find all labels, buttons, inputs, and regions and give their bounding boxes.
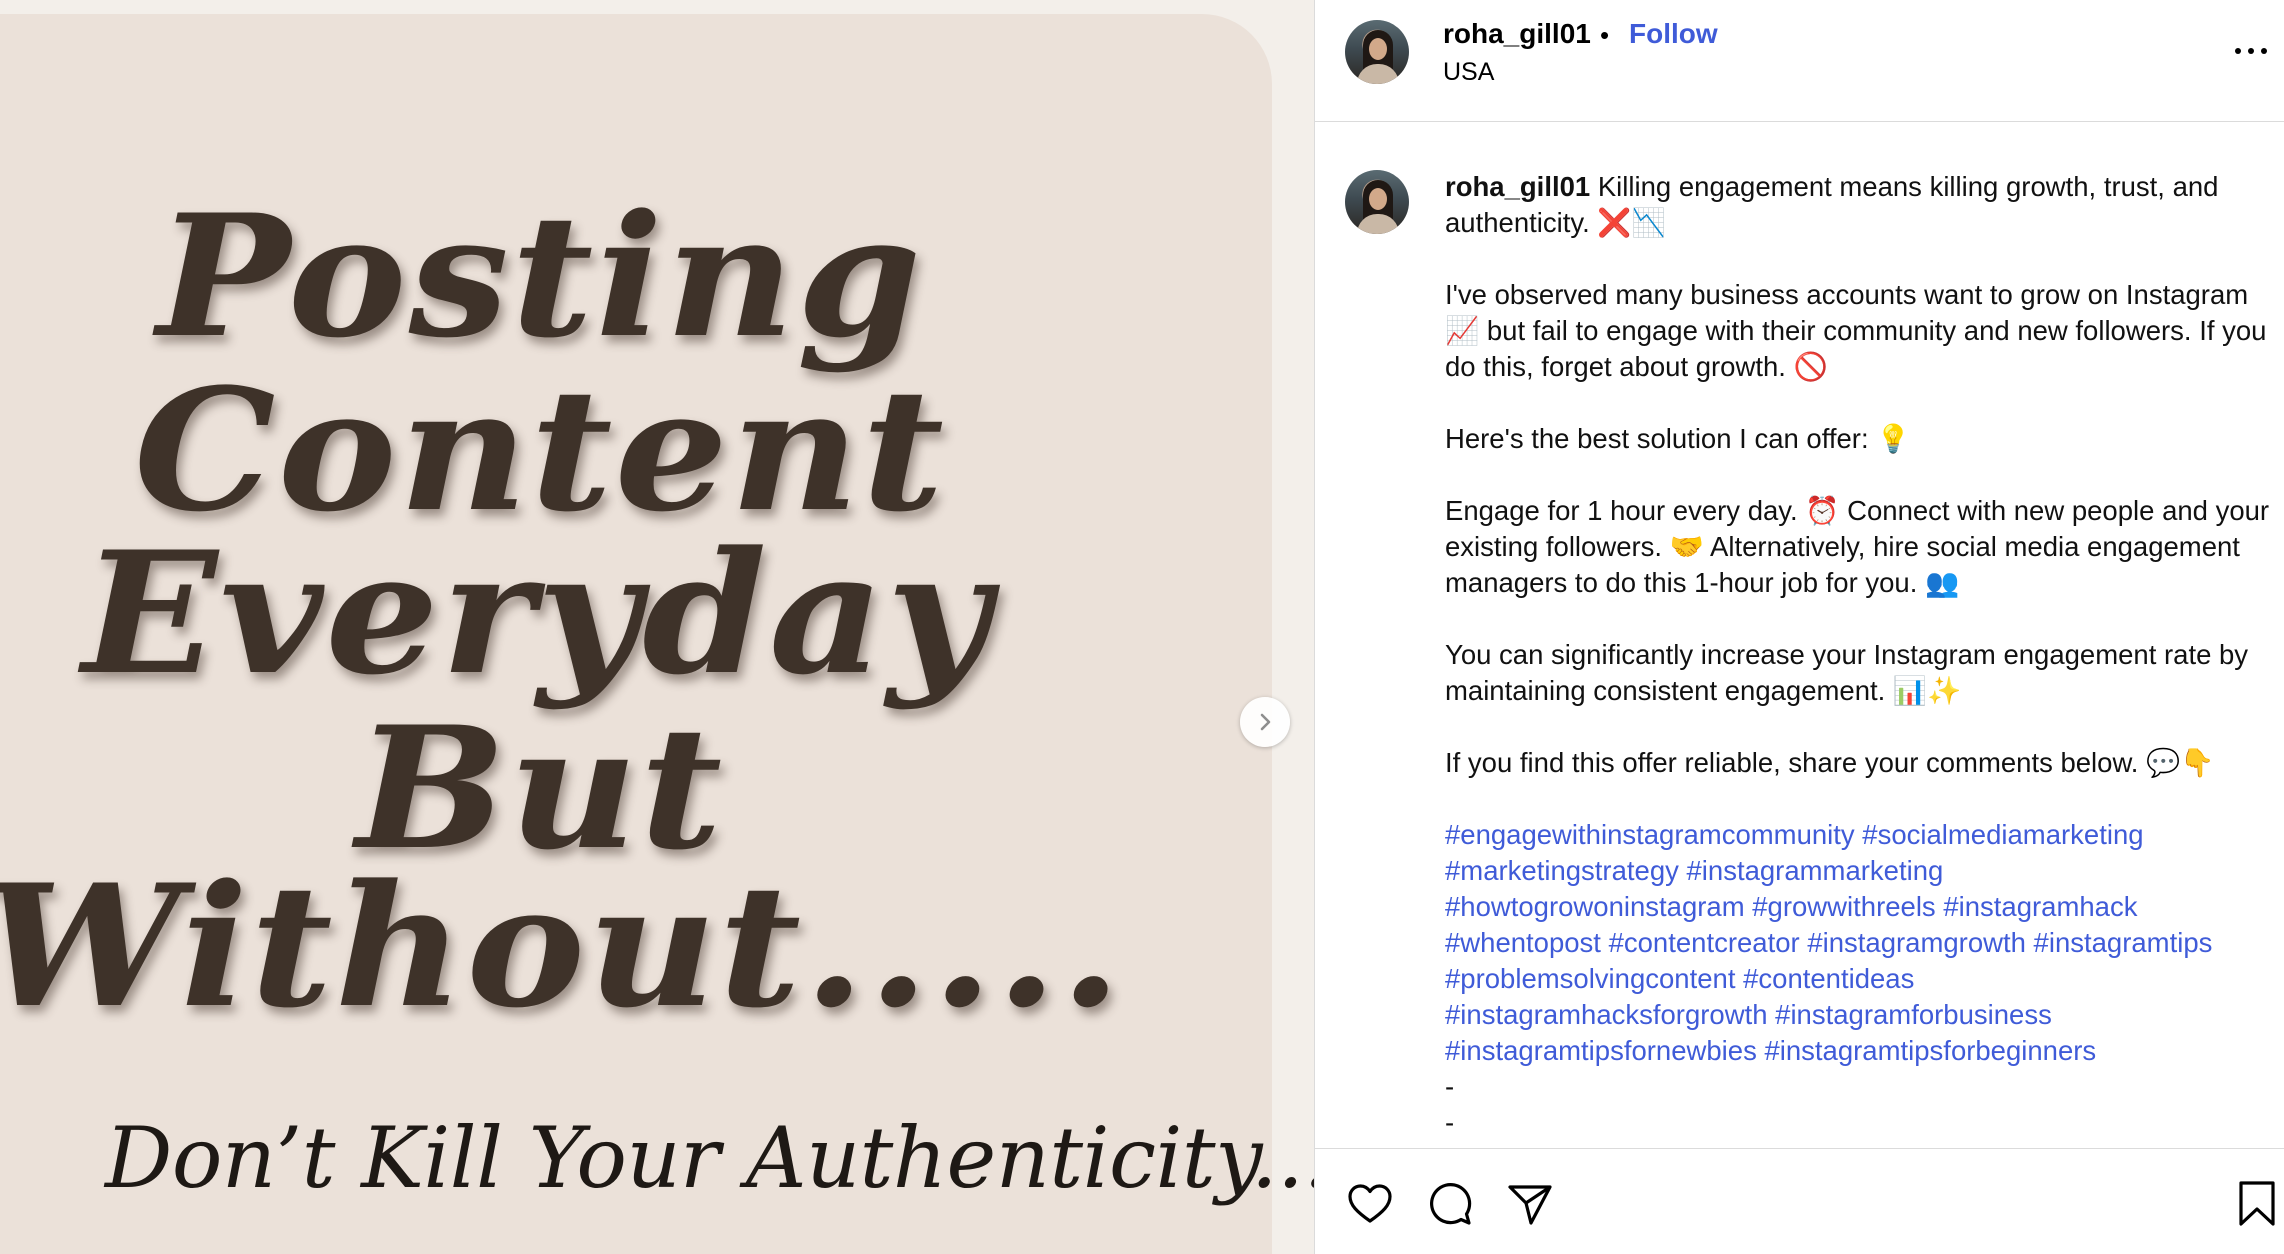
hashtag-link[interactable]: #growwithreels xyxy=(1752,891,1935,922)
post-image-slide: Posting Content Everyday But Without....… xyxy=(0,14,1314,1254)
caption-text: roha_gill01 Killing engagement means kil… xyxy=(1445,169,2275,1141)
separator-dot: • xyxy=(1600,20,1610,50)
post-media: Posting Content Everyday But Without....… xyxy=(0,0,1314,1254)
caption-paragraph: Here's the best solution I can offer: 💡 xyxy=(1445,423,1911,454)
hashtag-link[interactable]: #marketingstrategy xyxy=(1445,855,1679,886)
hashtag-link[interactable]: #instagramforbusiness xyxy=(1775,999,2052,1030)
hashtag-link[interactable]: #contentideas xyxy=(1743,963,1914,994)
headline-line: Content xyxy=(133,351,947,549)
next-slide-button[interactable] xyxy=(1240,697,1290,747)
share-button[interactable] xyxy=(1505,1179,1555,1229)
paper-plane-icon xyxy=(1508,1185,1552,1225)
caption-paragraph: roha_gill01 Killing engagement means kil… xyxy=(1445,169,2275,241)
caption-paragraph: I've observed many business accounts wan… xyxy=(1445,279,2267,382)
like-button[interactable] xyxy=(1345,1179,1395,1229)
image-subline: Don’t Kill Your Authenticity........ xyxy=(105,1109,1314,1207)
hashtag-link[interactable]: #instagramgrowth xyxy=(1807,927,2026,958)
more-options-icon[interactable] xyxy=(2233,38,2269,62)
hashtag-link[interactable]: #instagramtipsfornewbies xyxy=(1445,1035,1757,1066)
hashtag-link[interactable]: #socialmediamarketing xyxy=(1862,819,2143,850)
bookmark-icon xyxy=(2239,1181,2275,1226)
hashtag-link[interactable]: #instagramtips xyxy=(2034,927,2213,958)
hashtag-link[interactable]: #instagramhack xyxy=(1943,891,2137,922)
avatar[interactable] xyxy=(1345,20,1409,84)
header-username[interactable]: roha_gill01 xyxy=(1443,18,1591,50)
comment-button[interactable] xyxy=(1425,1179,1475,1229)
follow-button[interactable]: Follow xyxy=(1629,18,1718,50)
hashtag-link[interactable]: #contentcreator xyxy=(1609,927,1800,958)
save-button[interactable] xyxy=(2235,1179,2284,1229)
hashtag-link[interactable]: #howtogrowoninstagram xyxy=(1445,891,1745,922)
caption-paragraph: If you find this offer reliable, share y… xyxy=(1445,747,2215,778)
hashtag-link[interactable]: #problemsolvingcontent xyxy=(1445,963,1735,994)
caption-paragraph: Engage for 1 hour every day. ⏰ Connect w… xyxy=(1445,495,2270,598)
headline-line: Posting xyxy=(156,177,924,375)
post-sidebar: roha_gill01 • Follow USA roha_gill01 Kil… xyxy=(1314,0,2284,1254)
caption-area: roha_gill01 Killing engagement means kil… xyxy=(1315,123,2284,1148)
comment-icon xyxy=(1430,1183,1472,1225)
action-bar xyxy=(1315,1148,2284,1254)
caption-dash: - xyxy=(1445,1071,1455,1102)
hashtag-block: #engagewithinstagramcommunity #socialmed… xyxy=(1445,817,2275,1141)
avatar[interactable] xyxy=(1345,170,1409,234)
hashtag-link[interactable]: #instagrammarketing xyxy=(1687,855,1944,886)
hashtag-link[interactable]: #instagramtipsforbeginners xyxy=(1764,1035,2096,1066)
caption-username[interactable]: roha_gill01 xyxy=(1445,171,1590,202)
caption-dash: - xyxy=(1445,1107,1455,1138)
hashtag-link[interactable]: #instagramhacksforgrowth xyxy=(1445,999,1768,1030)
caption-paragraph: You can significantly increase your Inst… xyxy=(1445,639,2249,706)
post-location[interactable]: USA xyxy=(1443,58,1494,87)
headline-line: Everyday xyxy=(81,514,993,712)
headline-line: Without..... xyxy=(0,847,1124,1045)
heart-icon xyxy=(1348,1184,1392,1223)
hashtag-link[interactable]: #whentopost xyxy=(1445,927,1601,958)
chevron-right-icon xyxy=(1260,713,1271,731)
hashtag-link[interactable]: #engagewithinstagramcommunity xyxy=(1445,819,1855,850)
post-header: roha_gill01 • Follow USA xyxy=(1315,0,2284,122)
